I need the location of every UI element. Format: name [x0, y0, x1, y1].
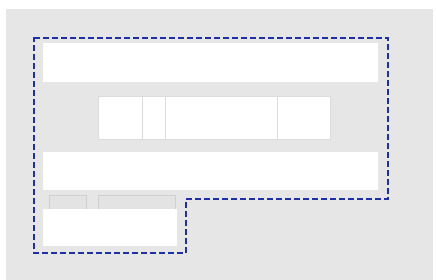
toolbar-cell[interactable]: [277, 96, 331, 140]
toolbar-cell[interactable]: [142, 96, 166, 140]
tab[interactable]: [49, 195, 87, 210]
middle-panel: [43, 152, 378, 190]
bottom-panel: [43, 209, 177, 246]
toolbar-cell[interactable]: [166, 96, 278, 140]
toolbar-cell[interactable]: [98, 96, 143, 140]
top-panel: [43, 43, 378, 82]
page: [0, 0, 436, 280]
tab[interactable]: [98, 195, 176, 210]
